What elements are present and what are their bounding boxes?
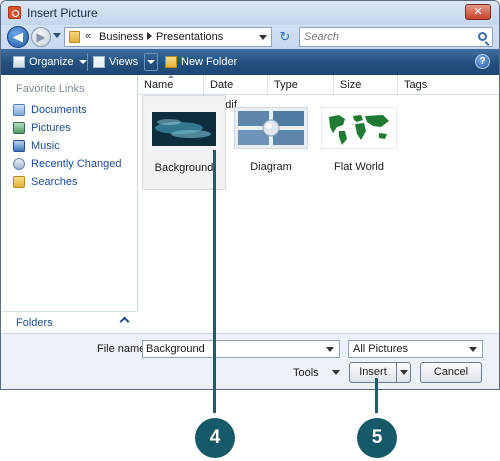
file-name-field-label: File name: bbox=[97, 343, 149, 355]
close-button[interactable]: ✕ bbox=[465, 4, 491, 20]
sidebar-item-label: Recently Changed bbox=[31, 158, 122, 170]
file-name-label: Diagram bbox=[250, 161, 292, 173]
background-thumbnail bbox=[149, 108, 219, 150]
callout-4-line bbox=[213, 150, 216, 413]
documents-icon bbox=[13, 104, 25, 117]
refresh-icon[interactable]: ↻ bbox=[275, 28, 295, 46]
forward-button[interactable]: ▶ bbox=[31, 27, 51, 47]
sidebar-item-recently-changed[interactable]: Recently Changed bbox=[13, 156, 122, 172]
split-divider bbox=[396, 363, 397, 382]
tools-menu[interactable]: Tools bbox=[293, 365, 340, 381]
search-input[interactable] bbox=[300, 28, 474, 46]
sidebar-item-label: Music bbox=[31, 140, 60, 152]
breadcrumb-arrow-icon[interactable] bbox=[147, 32, 152, 40]
insert-picture-dialog: Insert Picture ✕ ◀ ▶ « Business Presenta… bbox=[0, 0, 500, 390]
callout-5-line bbox=[375, 378, 378, 413]
favorite-links-heading: Favorite Links bbox=[16, 83, 85, 95]
organize-icon bbox=[13, 56, 25, 69]
file-type-value: All Pictures bbox=[353, 343, 409, 355]
search-box[interactable] bbox=[299, 27, 493, 47]
sidebar-item-pictures[interactable]: Pictures bbox=[13, 120, 71, 136]
views-label: Views bbox=[109, 56, 139, 68]
flat-world-thumbnail bbox=[321, 107, 397, 149]
views-icon bbox=[93, 56, 105, 69]
insert-split-button[interactable]: Insert bbox=[349, 362, 411, 383]
tools-label: Tools bbox=[293, 367, 319, 379]
navigation-pane: Favorite Links Documents Pictures Music … bbox=[1, 75, 138, 333]
breadcrumb-business[interactable]: Business bbox=[99, 31, 144, 43]
callout-5: 5 bbox=[357, 418, 397, 458]
insert-button[interactable]: Insert bbox=[350, 363, 396, 382]
new-folder-label: New Folder bbox=[181, 56, 238, 68]
file-list: Name Date modif... Type Size Tags Backgr… bbox=[138, 75, 499, 333]
new-folder-icon bbox=[165, 56, 177, 69]
views-button[interactable]: Views bbox=[93, 54, 138, 70]
cancel-button[interactable]: Cancel bbox=[420, 362, 482, 383]
new-folder-button[interactable]: New Folder bbox=[165, 54, 237, 70]
address-dropdown-icon[interactable] bbox=[259, 35, 267, 40]
column-headers: Name Date modif... Type Size Tags bbox=[138, 75, 499, 111]
title-bar: Insert Picture ✕ bbox=[1, 1, 499, 25]
address-row: ◀ ▶ « Business Presentations ↻ bbox=[1, 25, 499, 49]
file-name-input[interactable] bbox=[143, 341, 323, 357]
chevron-down-icon bbox=[331, 370, 340, 375]
file-name-combobox[interactable] bbox=[142, 340, 340, 358]
file-type-select[interactable]: All Pictures bbox=[348, 340, 483, 358]
column-type[interactable]: Type bbox=[268, 75, 334, 95]
views-dropdown-button[interactable] bbox=[144, 53, 158, 71]
column-label: Name bbox=[144, 79, 174, 91]
folder-icon bbox=[69, 31, 80, 43]
address-bar[interactable]: « Business Presentations bbox=[64, 27, 272, 47]
insert-options-dropdown[interactable] bbox=[400, 370, 408, 375]
help-button[interactable]: ? bbox=[475, 54, 490, 69]
breadcrumb-presentations[interactable]: Presentations bbox=[156, 31, 223, 43]
column-date-modified[interactable]: Date modif... bbox=[204, 75, 268, 111]
recent-pages-dropdown[interactable] bbox=[53, 33, 61, 38]
chevron-down-icon[interactable] bbox=[326, 347, 334, 352]
organize-button[interactable]: Organize bbox=[13, 54, 87, 70]
searches-icon bbox=[13, 176, 25, 189]
chevron-down-icon bbox=[78, 60, 87, 65]
sidebar-item-music[interactable]: Music bbox=[13, 138, 60, 154]
sidebar-item-label: Searches bbox=[31, 176, 78, 188]
column-name[interactable]: Name bbox=[138, 75, 204, 95]
diagram-thumbnail bbox=[234, 107, 308, 149]
pictures-icon bbox=[13, 122, 25, 135]
dialog-footer: File name: All Pictures Tools Insert Can… bbox=[1, 333, 499, 389]
file-name-label: Flat World bbox=[334, 161, 384, 173]
folders-toggle[interactable]: Folders bbox=[1, 311, 138, 333]
sidebar-item-label: Pictures bbox=[31, 122, 71, 134]
file-item-diagram[interactable]: Diagram bbox=[228, 95, 314, 190]
sidebar-item-searches[interactable]: Searches bbox=[13, 174, 77, 190]
chevron-down-icon bbox=[469, 347, 477, 352]
back-button[interactable]: ◀ bbox=[7, 26, 29, 48]
folders-label: Folders bbox=[16, 317, 53, 329]
breadcrumb-overflow[interactable]: « bbox=[85, 30, 91, 42]
music-icon bbox=[13, 140, 25, 153]
command-bar: Organize Views New Folder ? bbox=[1, 49, 499, 75]
callout-4: 4 bbox=[195, 418, 235, 458]
file-item-flat-world[interactable]: Flat World bbox=[316, 95, 402, 190]
recently-changed-icon bbox=[13, 158, 25, 171]
sidebar-item-documents[interactable]: Documents bbox=[13, 102, 87, 118]
organize-label: Organize bbox=[29, 56, 74, 68]
search-icon[interactable] bbox=[478, 32, 487, 41]
chevron-down-icon bbox=[147, 60, 155, 65]
window-title: Insert Picture bbox=[27, 6, 98, 20]
sidebar-item-label: Documents bbox=[31, 104, 87, 116]
toolbar-divider bbox=[87, 53, 88, 71]
chevron-up-icon bbox=[119, 316, 130, 327]
column-size[interactable]: Size bbox=[334, 75, 398, 95]
column-tags[interactable]: Tags bbox=[398, 75, 499, 95]
app-icon bbox=[8, 6, 21, 19]
sort-ascending-icon bbox=[168, 75, 174, 78]
